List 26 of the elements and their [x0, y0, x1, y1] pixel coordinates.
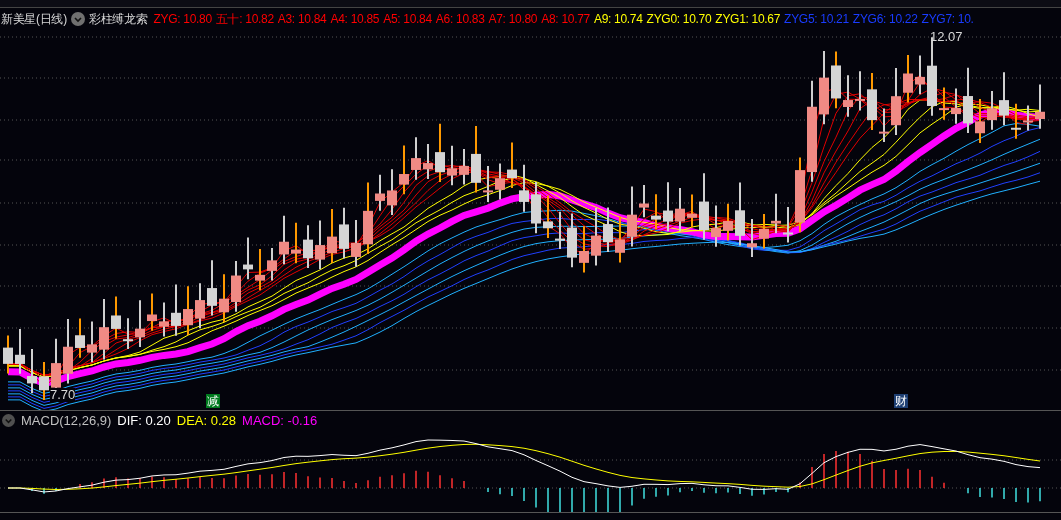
legend-value: A8: 10.77 [541, 11, 590, 28]
legend-value: A9: 10.74 [593, 11, 643, 28]
event-marker[interactable]: 减 [206, 394, 220, 408]
legend-value: A7: 10.80 [488, 11, 538, 28]
legend-value: A6: 10.83 [435, 11, 485, 28]
macd-value: DIF: 0.20 [117, 411, 171, 430]
legend-value: ZYG: 10.80 [153, 11, 212, 28]
indicator-name: 彩柱缚龙索 [88, 11, 148, 28]
legend-value: A3: 10.84 [277, 11, 327, 28]
legend-value: ZYG5: 10.21 [784, 11, 849, 28]
legend-value: ZYG7: 10. [921, 11, 974, 28]
chevron-down-icon[interactable] [70, 12, 85, 26]
chevron-down-icon[interactable] [2, 414, 15, 427]
legend-value: 五十: 10.82 [215, 11, 274, 28]
macd-value: DEA: 0.28 [176, 411, 237, 430]
stock-title: 新美星(日线) [1, 11, 67, 28]
legend-value: ZYG6: 10.22 [852, 11, 918, 28]
event-marker[interactable]: 财 [894, 394, 908, 408]
legend-value: ZYG0: 10.70 [646, 11, 712, 28]
legend-value: A4: 10.85 [330, 11, 380, 28]
legend-value: A5: 10.84 [383, 11, 432, 28]
legend-value: ZYG1: 10.67 [715, 11, 781, 28]
low-price-label: 7.70 [50, 388, 76, 402]
macd-value: MACD: -0.16 [242, 411, 318, 430]
high-price-label: 12.07 [930, 28, 963, 46]
macd-title: MACD(12,26,9) [21, 411, 112, 430]
